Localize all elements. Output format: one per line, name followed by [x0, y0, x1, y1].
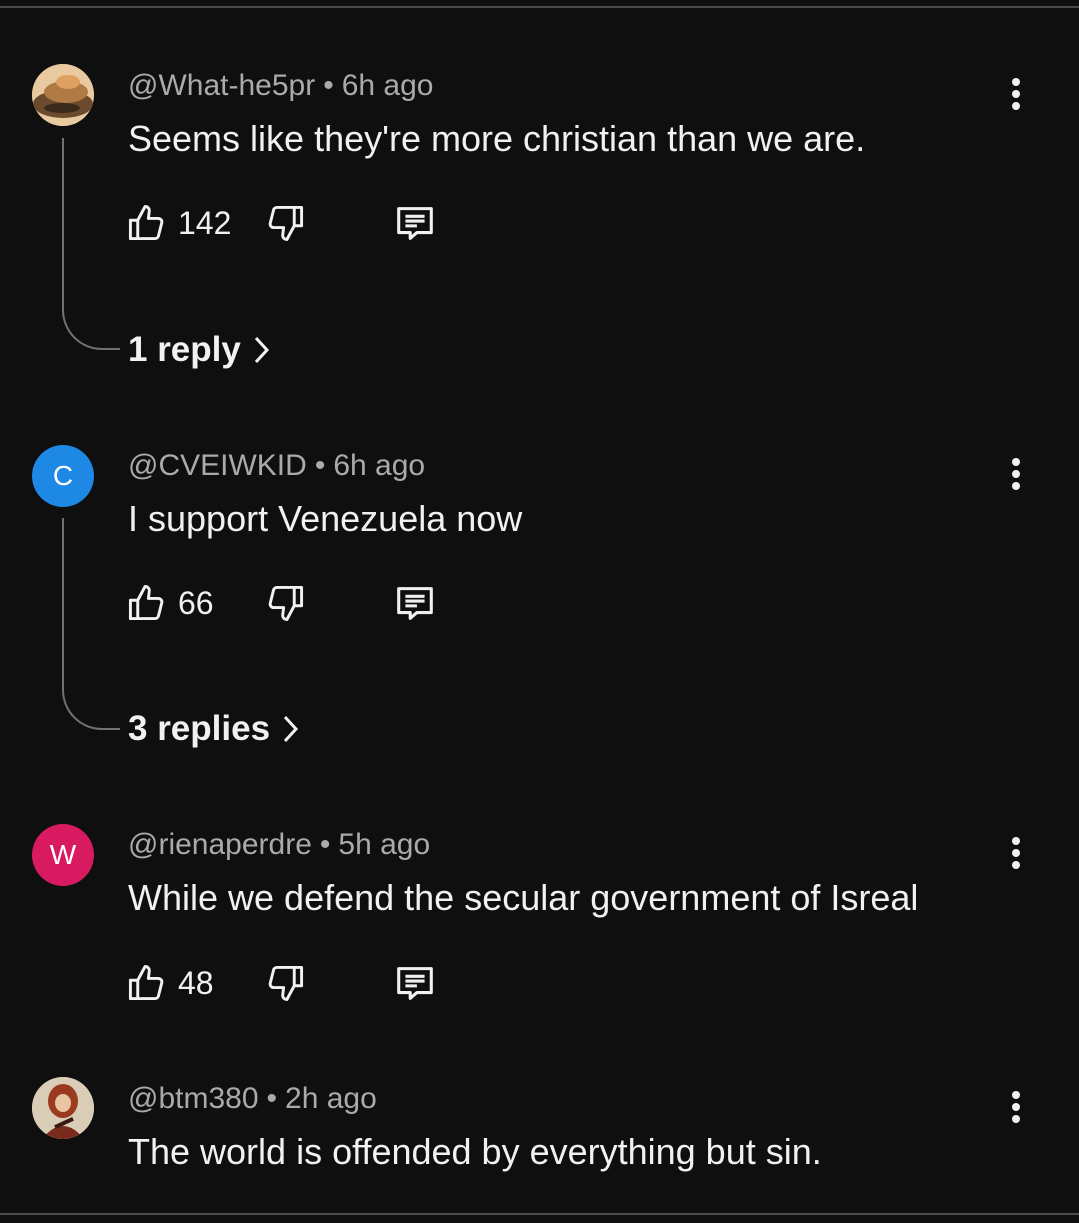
thumbs-down-icon: [268, 205, 304, 241]
comment-menu-button[interactable]: [996, 452, 1036, 496]
reply-button[interactable]: [392, 578, 438, 628]
more-vert-icon: [1012, 837, 1020, 869]
avatar-letter: C: [52, 460, 74, 491]
bottom-divider: [0, 1213, 1079, 1223]
comment-actions: 142: [124, 198, 438, 248]
comment-text: Seems like they're more christian than w…: [128, 118, 866, 159]
thread-line: [62, 518, 120, 730]
author-handle[interactable]: @What-he5pr: [128, 69, 315, 102]
comment-text: The world is offended by everything but …: [128, 1131, 822, 1172]
meta-separator: •: [266, 1082, 278, 1115]
like-count: 142: [178, 204, 232, 241]
thumbs-up-icon: [128, 585, 164, 621]
comment-time[interactable]: 2h ago: [285, 1082, 377, 1115]
replies-label: 1 reply: [128, 330, 241, 369]
dislike-button[interactable]: [264, 198, 392, 248]
like-button[interactable]: 66: [124, 578, 264, 628]
meta-separator: •: [314, 449, 326, 482]
comment-actions: 48: [124, 958, 438, 1008]
comment-menu-button[interactable]: [996, 1085, 1036, 1129]
avatar[interactable]: W: [32, 824, 94, 886]
replies-toggle[interactable]: 3 replies: [128, 709, 300, 749]
avatar-image: [32, 1077, 94, 1139]
comment-meta: @btm380 • 2h ago: [128, 1084, 377, 1114]
thread-line: [62, 138, 120, 350]
avatar[interactable]: C: [32, 445, 94, 507]
top-divider: [0, 0, 1079, 8]
comment-meta: @rienaperdre • 5h ago: [128, 830, 430, 860]
like-button[interactable]: 48: [124, 958, 264, 1008]
like-count: 66: [178, 584, 214, 621]
more-vert-icon: [1012, 78, 1020, 110]
comment-icon: [397, 967, 433, 1000]
thumbs-up-icon: [128, 965, 164, 1001]
avatar-letter: W: [49, 839, 77, 870]
thumbs-down-icon: [268, 585, 304, 621]
avatar-image: [32, 64, 94, 126]
dislike-button[interactable]: [264, 958, 392, 1008]
dislike-button[interactable]: [264, 578, 392, 628]
comment-icon: [397, 207, 433, 240]
author-handle[interactable]: @btm380: [128, 1082, 259, 1115]
comment-menu-button[interactable]: [996, 831, 1036, 875]
comment-time[interactable]: 5h ago: [338, 828, 430, 861]
comment-time[interactable]: 6h ago: [342, 69, 434, 102]
reply-button[interactable]: [392, 958, 438, 1008]
more-vert-icon: [1012, 1091, 1020, 1123]
comment-meta: @CVEIWKID • 6h ago: [128, 451, 425, 481]
meta-separator: •: [319, 828, 331, 861]
replies-label: 3 replies: [128, 709, 271, 748]
replies-toggle[interactable]: 1 reply: [128, 330, 271, 370]
comment-icon: [397, 587, 433, 620]
reply-button[interactable]: [392, 198, 438, 248]
avatar[interactable]: [32, 1077, 94, 1139]
comment-time[interactable]: 6h ago: [333, 449, 425, 482]
thumbs-up-icon: [128, 205, 164, 241]
comment-actions: 66: [124, 578, 438, 628]
comment-text: I support Venezuela now: [128, 498, 523, 539]
chevron-right-icon: [283, 715, 299, 743]
author-handle[interactable]: @rienaperdre: [128, 828, 312, 861]
avatar[interactable]: [32, 64, 94, 126]
meta-separator: •: [323, 69, 334, 102]
more-vert-icon: [1012, 458, 1020, 490]
comment-text: While we defend the secular government o…: [128, 877, 919, 918]
comment-menu-button[interactable]: [996, 72, 1036, 116]
thumbs-down-icon: [268, 965, 304, 1001]
comment-meta: @What-he5pr • 6h ago: [128, 71, 433, 101]
like-count: 48: [178, 964, 214, 1001]
chevron-right-icon: [254, 336, 269, 364]
like-button[interactable]: 142: [124, 198, 264, 248]
author-handle[interactable]: @CVEIWKID: [128, 449, 307, 482]
